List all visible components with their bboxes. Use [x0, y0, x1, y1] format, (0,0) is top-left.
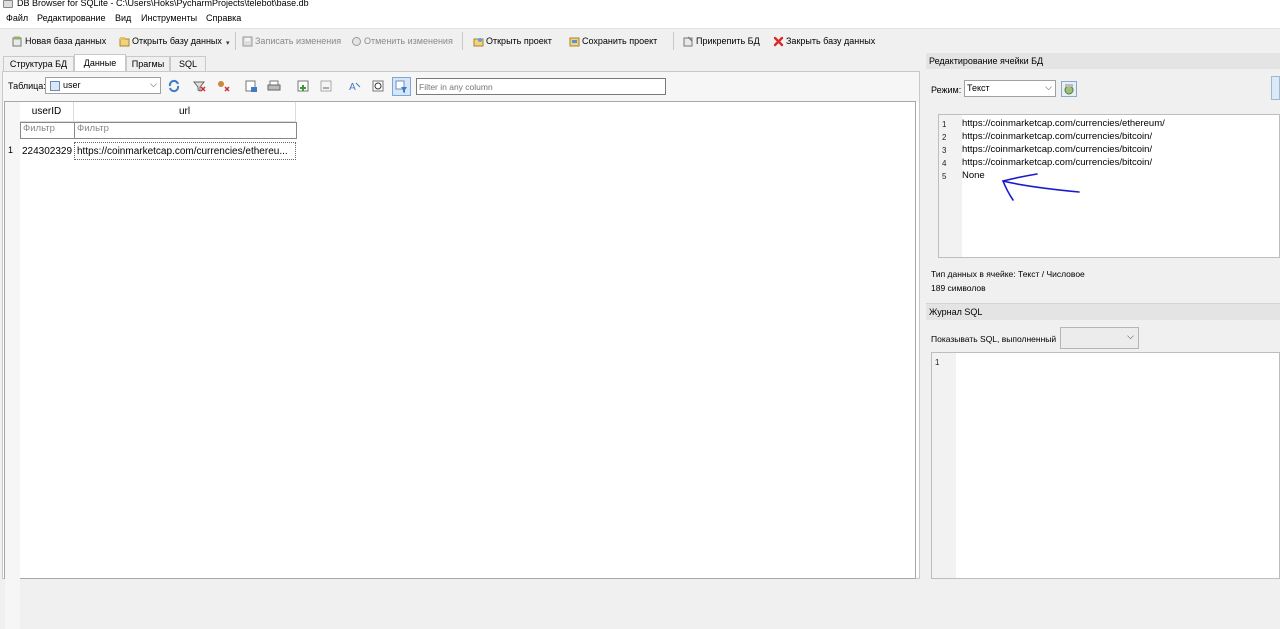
- editor-line: https://coinmarketcap.com/currencies/bit…: [962, 131, 1153, 142]
- revert-changes-button[interactable]: Отменить изменения: [351, 34, 453, 48]
- line-number: 1: [942, 120, 947, 129]
- line-number-gutter: [932, 353, 956, 578]
- clear-filters-icon[interactable]: [192, 79, 206, 93]
- tab-pragmas[interactable]: Прагмы: [126, 56, 170, 71]
- menu-view[interactable]: Вид: [115, 13, 131, 23]
- open-database-button[interactable]: Открыть базу данных: [119, 34, 222, 48]
- write-changes-button[interactable]: Записать изменения: [242, 34, 341, 48]
- close-database-button[interactable]: Закрыть базу данных: [773, 34, 875, 48]
- toolbar-separator: [235, 32, 236, 50]
- svg-text:A: A: [349, 82, 356, 93]
- data-grid: userID url Фильтр Фильтр 1 224302329 htt…: [4, 101, 916, 629]
- line-number: 5: [942, 172, 947, 181]
- find-replace-icon[interactable]: A: [348, 79, 362, 93]
- sql-source-select[interactable]: ⌵: [1060, 327, 1139, 349]
- line-number: 2: [942, 133, 947, 142]
- revert-changes-icon: [351, 36, 362, 47]
- close-icon: [773, 36, 784, 47]
- row-number[interactable]: 1: [8, 145, 13, 155]
- refresh-icon[interactable]: [167, 79, 181, 93]
- filter-url-input[interactable]: Фильтр: [74, 122, 297, 139]
- tab-sql[interactable]: SQL: [170, 56, 206, 71]
- editor-line: None: [962, 170, 985, 181]
- database-app-icon: [3, 0, 13, 8]
- table-icon: [50, 81, 60, 91]
- filter-userid-input[interactable]: Фильтр: [20, 122, 75, 139]
- table-label: Таблица:: [8, 81, 46, 91]
- filter-toggle-icon[interactable]: [392, 77, 411, 96]
- save-project-icon: [569, 36, 580, 47]
- window-titlebar: DB Browser for SQLite - C:\Users\Hoks\Py…: [0, 0, 1280, 11]
- new-database-button[interactable]: Новая база данных: [12, 34, 106, 48]
- row-gutter: [5, 102, 20, 629]
- cell-text-editor[interactable]: 1 https://coinmarketcap.com/currencies/e…: [938, 114, 1280, 258]
- mode-select[interactable]: Текст ⌵: [964, 80, 1056, 97]
- table-toolbar: Таблица: user ⌵ A Filter in any column: [3, 72, 919, 102]
- editor-line: https://coinmarketcap.com/currencies/eth…: [962, 118, 1165, 129]
- sql-log-label: Показывать SQL, выполненный: [931, 334, 1057, 344]
- toolbar-separator: [462, 32, 463, 50]
- menu-file[interactable]: Файл: [6, 13, 28, 23]
- tab-structure[interactable]: Структура БД: [3, 56, 74, 71]
- print-icon[interactable]: [267, 79, 281, 93]
- column-header-url[interactable]: url: [74, 102, 296, 122]
- menu-help[interactable]: Справка: [206, 13, 241, 23]
- tab-data[interactable]: Данные: [74, 54, 126, 71]
- sql-log-title: Журнал SQL: [926, 304, 1280, 320]
- menu-bar: Файл Редактирование Вид Инструменты Спра…: [0, 11, 1280, 28]
- mode-label: Режим:: [931, 85, 962, 95]
- window-title: DB Browser for SQLite - C:\Users\Hoks\Py…: [17, 0, 309, 8]
- chevron-down-icon: ⌵: [1127, 331, 1134, 341]
- menu-edit[interactable]: Редактирование: [37, 13, 106, 23]
- toolbar-separator: [673, 32, 674, 50]
- delete-record-icon[interactable]: [319, 79, 333, 93]
- sql-log-editor[interactable]: 1: [931, 352, 1280, 579]
- line-number: 3: [942, 146, 947, 155]
- hand-drawn-arrow-annotation: [1002, 173, 1080, 201]
- line-number: 1: [935, 358, 940, 367]
- save-project-button[interactable]: Сохранить проект: [569, 34, 657, 48]
- new-database-icon: [12, 36, 23, 47]
- main-toolbar: Новая база данных Открыть базу данных ▾ …: [0, 28, 1280, 52]
- cell-url[interactable]: https://coinmarketcap.com/currencies/eth…: [74, 142, 296, 160]
- char-count-info: 189 символов: [931, 283, 986, 293]
- open-project-icon: [473, 36, 484, 47]
- data-tab-panel: Таблица: user ⌵ A Filter in any column u…: [2, 71, 920, 629]
- column-header-userid[interactable]: userID: [20, 102, 74, 122]
- find-icon[interactable]: [371, 79, 385, 93]
- editor-line: https://coinmarketcap.com/currencies/bit…: [962, 157, 1153, 168]
- chevron-down-icon: ⌵: [150, 79, 157, 89]
- main-area: Структура БД Данные Прагмы SQL Таблица: …: [0, 52, 922, 629]
- line-number: 4: [942, 159, 947, 168]
- data-type-info: Тип данных в ячейке: Текст / Числовое: [931, 269, 1085, 279]
- open-project-button[interactable]: Открыть проект: [473, 34, 552, 48]
- table-select[interactable]: user ⌵: [45, 77, 161, 94]
- insert-record-icon[interactable]: [296, 79, 310, 93]
- side-panel: Редактирование ячейки БД Режим: Текст ⌵ …: [922, 52, 1280, 579]
- editor-line: https://coinmarketcap.com/currencies/bit…: [962, 144, 1153, 155]
- attach-database-button[interactable]: Прикрепить БД: [683, 34, 760, 48]
- chevron-down-icon: ⌵: [1045, 82, 1052, 92]
- open-dropdown-arrow-icon[interactable]: ▾: [226, 39, 230, 47]
- auto-switch-mode-icon[interactable]: [1061, 81, 1077, 97]
- attach-database-icon: [683, 36, 694, 47]
- write-changes-icon: [242, 36, 253, 47]
- save-table-icon[interactable]: [244, 79, 258, 93]
- cell-userid[interactable]: 224302329: [20, 142, 74, 160]
- menu-tools[interactable]: Инструменты: [141, 13, 197, 23]
- sort-clear-icon[interactable]: [216, 79, 230, 93]
- import-export-button[interactable]: [1271, 76, 1280, 100]
- cell-editor-title: Редактирование ячейки БД: [926, 53, 1280, 69]
- open-database-icon: [119, 36, 130, 47]
- filter-any-column-input[interactable]: [416, 78, 666, 95]
